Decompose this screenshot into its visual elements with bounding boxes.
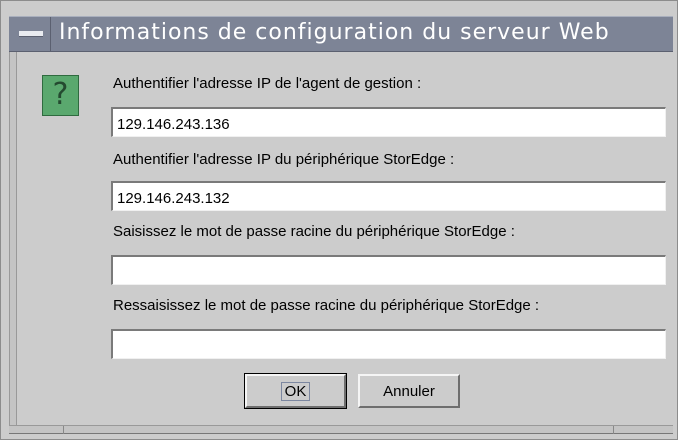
root-password-field[interactable] [111, 255, 666, 285]
window-frame-bottom[interactable] [9, 425, 673, 434]
window-title: Informations de configuration du serveur… [59, 20, 610, 45]
resize-handle-left[interactable] [63, 426, 64, 434]
root-password-confirm-field[interactable] [111, 329, 666, 359]
device-ip-field[interactable] [111, 181, 666, 211]
root-password-confirm-label: Ressaisissez le mot de passe racine du p… [113, 297, 540, 314]
window-menu-button[interactable] [9, 17, 51, 51]
question-mark-icon: ? [42, 75, 79, 116]
config-dialog: Informations de configuration du serveur… [0, 0, 678, 440]
minus-bar-icon [19, 31, 43, 37]
ok-button-label: OK [280, 381, 311, 401]
title-bar[interactable]: Informations de configuration du serveur… [9, 16, 673, 52]
window-frame-left[interactable] [9, 52, 17, 425]
device-ip-label: Authentifier l'adresse IP du périphériqu… [113, 151, 455, 168]
ok-button[interactable]: OK [244, 373, 347, 409]
agent-ip-field[interactable] [111, 107, 666, 137]
cancel-button[interactable]: Annuler [358, 374, 460, 408]
agent-ip-label: Authentifier l'adresse IP de l'agent de … [113, 75, 422, 92]
root-password-label: Saisissez le mot de passe racine du péri… [113, 223, 515, 240]
resize-handle-right[interactable] [613, 426, 614, 434]
